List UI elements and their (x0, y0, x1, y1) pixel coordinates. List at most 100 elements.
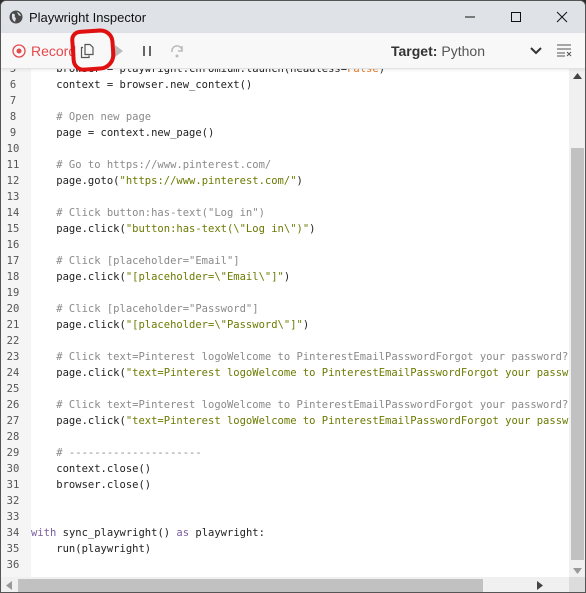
resume-icon (111, 44, 124, 57)
line-number: 34 (6, 527, 20, 539)
code-token: page.click( (31, 223, 126, 235)
code-line: 10 (1, 141, 569, 157)
line-code: browser.close() (31, 477, 151, 493)
scrollbar-corner (569, 577, 585, 592)
target-selector[interactable]: Target: Python (391, 33, 485, 69)
horizontal-scrollbar[interactable] (1, 577, 569, 592)
line-code: page.click("text=Pinterest logoWelcome t… (31, 365, 569, 381)
code-line: 21 page.click("[placeholder=\"Password\"… (1, 317, 569, 333)
line-number: 26 (6, 399, 20, 411)
minimize-button[interactable] (447, 1, 493, 33)
code-keyword: as (176, 527, 190, 539)
toolbar: Record Target: Python (1, 33, 585, 69)
code-line: 5 browser = playwright.chromium.launch(h… (1, 69, 569, 77)
line-number: 14 (6, 207, 20, 219)
code-line: 36 (1, 557, 569, 573)
scroll-down-icon[interactable] (573, 568, 582, 574)
code-line: 24 page.click("text=Pinterest logoWelcom… (1, 365, 569, 381)
line-number: 31 (6, 479, 20, 491)
code-comment: # Open new page (31, 111, 152, 123)
code-line: 9 page = context.new_page() (1, 125, 569, 141)
line-code: run(playwright) (31, 541, 151, 557)
code-line: 20 # Click [placeholder="Password"] (1, 301, 569, 317)
code-token: playwright: (189, 527, 265, 539)
line-number: 22 (6, 335, 20, 347)
line-code: # Open new page (31, 109, 151, 125)
line-number: 15 (6, 223, 20, 235)
line-number: 21 (6, 319, 20, 331)
copy-icon (81, 43, 94, 58)
resume-button[interactable] (102, 36, 132, 66)
code-line: 18 page.click("[placeholder=\"Email\"]") (1, 269, 569, 285)
code-line: 14 # Click button:has-text("Log in") (1, 205, 569, 221)
line-number: 11 (6, 159, 20, 171)
code-boolean: False (347, 69, 379, 75)
code-token: browser.close() (31, 479, 152, 491)
record-label: Record (31, 42, 77, 59)
scroll-left-icon[interactable] (6, 581, 12, 590)
line-number: 7 (9, 95, 17, 107)
code-token: ) (309, 223, 316, 235)
line-number: 32 (6, 495, 20, 507)
code-comment: # Click text=Pinterest logoWelcome to Pi… (31, 351, 569, 363)
line-code: # Click text=Pinterest logoWelcome to Pi… (31, 397, 569, 413)
pause-icon (143, 45, 152, 56)
clear-icon[interactable] (556, 43, 572, 57)
code-token: ) (283, 271, 291, 283)
code-comment: # Go to https://www.pinterest.com/ (31, 159, 272, 171)
line-number: 35 (6, 543, 20, 555)
chevron-down-icon[interactable] (529, 43, 543, 57)
line-number: 10 (6, 143, 20, 155)
code-line: 22 (1, 333, 569, 349)
line-code: # Click [placeholder="Email"] (31, 253, 240, 269)
line-code: page.goto("https://www.pinterest.com/") (31, 173, 303, 189)
target-label: Target: (391, 43, 438, 59)
horizontal-scroll-thumb[interactable] (18, 579, 483, 592)
line-number: 33 (6, 511, 20, 523)
code-line: 6 context = browser.new_context() (1, 77, 569, 93)
line-code: # Click [placeholder="Password"] (31, 301, 258, 317)
code-string: "text=Pinterest logoWelcome to Pinterest… (125, 367, 569, 379)
line-number: 36 (6, 559, 20, 571)
code-line: 23 # Click text=Pinterest logoWelcome to… (1, 349, 569, 365)
code-line: 27 page.click("text=Pinterest logoWelcom… (1, 413, 569, 429)
code-token: context.close() (31, 463, 152, 475)
vertical-scroll-thumb[interactable] (571, 148, 584, 560)
close-button[interactable] (539, 1, 585, 33)
window-title: Playwright Inspector (29, 9, 147, 25)
code-comment: # Click [placeholder="Email"] (31, 255, 240, 267)
code-token: ) (378, 69, 386, 75)
close-icon (556, 11, 568, 23)
code-line: 25 (1, 381, 569, 397)
code-lines: 5 browser = playwright.chromium.launch(h… (1, 69, 569, 573)
maximize-button[interactable] (493, 1, 539, 33)
code-editor[interactable]: 5 browser = playwright.chromium.launch(h… (1, 69, 569, 577)
line-code: page.click("[placeholder=\"Email\"]") (31, 269, 290, 285)
code-line: 26 # Click text=Pinterest logoWelcome to… (1, 397, 569, 413)
code-token: page = context.new_page() (31, 127, 215, 139)
line-code: page.click("button:has-text(\"Log in\")"… (31, 221, 315, 237)
line-number: 29 (6, 447, 20, 459)
line-code: # Click text=Pinterest logoWelcome to Pi… (31, 349, 569, 365)
line-number: 23 (6, 351, 20, 363)
code-string: "[placeholder=\"Email\"]" (125, 271, 284, 283)
maximize-icon (511, 12, 521, 22)
line-number: 13 (6, 191, 20, 203)
code-string: "button:has-text(\"Log in\")" (125, 223, 310, 235)
code-keyword: with (31, 527, 57, 539)
code-line: 15 page.click("button:has-text(\"Log in\… (1, 221, 569, 237)
scroll-right-icon[interactable] (537, 581, 543, 590)
copy-button[interactable] (72, 36, 102, 66)
line-number: 9 (9, 127, 17, 139)
line-number: 24 (6, 367, 20, 379)
vertical-scrollbar[interactable] (569, 69, 585, 577)
line-number: 12 (6, 175, 20, 187)
step-over-button[interactable] (162, 36, 192, 66)
target-value: Python (441, 43, 486, 59)
record-button[interactable]: Record (12, 43, 76, 59)
scroll-up-icon[interactable] (573, 73, 582, 79)
code-line: 29 # --------------------- (1, 445, 569, 461)
pause-button[interactable] (132, 36, 162, 66)
code-comment: # --------------------- (31, 447, 202, 459)
code-line: 8 # Open new page (1, 109, 569, 125)
